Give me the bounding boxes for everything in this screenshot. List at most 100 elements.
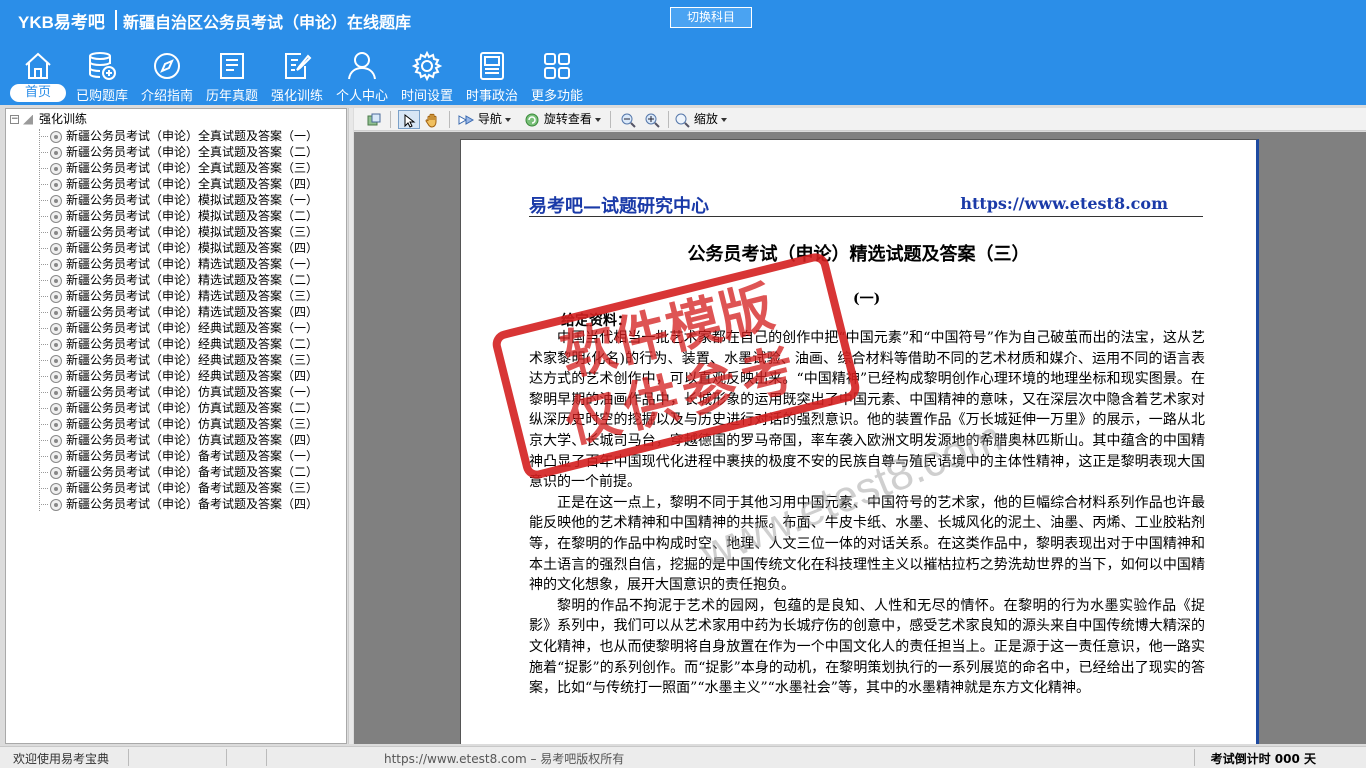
tree-item[interactable]: 新疆公务员考试（申论）精选试题及答案（二） — [39, 272, 318, 288]
hand-tool-button[interactable] — [424, 110, 440, 129]
chevron-down-icon — [720, 117, 727, 122]
gear-icon — [411, 50, 443, 82]
tree-connector-h — [39, 472, 48, 473]
nav-purchased-label: 已购题库 — [75, 89, 128, 104]
tree-item-label: 新疆公务员考试（申论）全真试题及答案（二） — [66, 145, 319, 159]
nav-more-functions[interactable]: 更多功能 — [525, 48, 589, 104]
tree-item[interactable]: 新疆公务员考试（申论）经典试题及答案（四） — [39, 368, 318, 384]
tree-item[interactable]: 新疆公务员考试（申论）全真试题及答案（四） — [39, 176, 318, 192]
tree-item-label: 新疆公务员考试（申论）精选试题及答案（一） — [66, 257, 319, 271]
tree-item[interactable]: 新疆公务员考试（申论）经典试题及答案（三） — [39, 352, 318, 368]
page-header-brand: 易考吧—试题研究中心 — [529, 196, 709, 217]
nav-affairs-label: 时事政治 — [465, 89, 518, 104]
tree-item-label: 新疆公务员考试（申论）备考试题及答案（一） — [66, 449, 319, 463]
tree-item[interactable]: 新疆公务员考试（申论）全真试题及答案（二） — [39, 144, 318, 160]
tree-item[interactable]: 新疆公务员考试（申论）备考试题及答案（三） — [39, 480, 318, 496]
tree-item-label: 新疆公务员考试（申论）精选试题及答案（四） — [66, 305, 319, 319]
nav-past-exams[interactable]: 历年真题 — [200, 48, 264, 104]
nav-purchased-banks[interactable]: 已购题库 — [70, 48, 134, 104]
zoom-in-button[interactable] — [644, 110, 660, 129]
tree-item[interactable]: 新疆公务员考试（申论）备考试题及答案（一） — [39, 448, 318, 464]
nav-current-affairs[interactable]: 时事政治 — [460, 48, 524, 104]
tree-item[interactable]: 新疆公务员考试（申论）仿真试题及答案（一） — [39, 384, 318, 400]
exam-paper-icon — [50, 370, 62, 383]
nav-past-exams-label: 历年真题 — [205, 89, 258, 104]
exam-paper-icon — [50, 386, 62, 399]
tree-item[interactable]: 新疆公务员考试（申论）精选试题及答案（三） — [39, 288, 318, 304]
tree-item[interactable]: 新疆公务员考试（申论）备考试题及答案（二） — [39, 464, 318, 480]
tree-connector-h — [39, 456, 48, 457]
compass-icon — [151, 50, 183, 82]
thumbnail-button[interactable] — [366, 110, 382, 129]
zoom-out-icon — [620, 112, 636, 128]
tree-item[interactable]: 新疆公务员考试（申论）经典试题及答案（一） — [39, 320, 318, 336]
nav-personal-center[interactable]: 个人中心 — [330, 48, 394, 104]
tree-connector-h — [39, 216, 48, 217]
tree-item-label: 新疆公务员考试（申论）经典试题及答案（三） — [66, 353, 319, 367]
zoom-menu[interactable]: 缩放 — [674, 110, 727, 129]
paragraph: 正是在这一点上，黎明不同于其他习用中国元素、中国符号的艺术家，他的巨幅综合材料系… — [529, 494, 1205, 594]
tree-item-label: 新疆公务员考试（申论）备考试题及答案（三） — [66, 481, 319, 495]
tree-item[interactable]: 新疆公务员考试（申论）全真试题及答案（三） — [39, 160, 318, 176]
nav-time-label: 时间设置 — [400, 89, 453, 104]
exam-countdown: 考试倒计时 000 天 — [1210, 752, 1316, 766]
tree-item[interactable]: 新疆公务员考试（申论）模拟试题及答案（一） — [39, 192, 318, 208]
paragraph: 黎明的作品不拘泥于艺术的园网，包蕴的是良知、人性和无尽的情怀。在黎明的行为水墨实… — [529, 597, 1205, 697]
tree-item[interactable]: 新疆公务员考试（申论）模拟试题及答案（三） — [39, 224, 318, 240]
collapse-icon[interactable]: − — [10, 115, 19, 124]
panel-splitter[interactable] — [348, 108, 353, 744]
nav-guide-label: 介绍指南 — [140, 89, 193, 104]
nav-intensive-training[interactable]: 强化训练 — [265, 48, 329, 104]
tree-connector-h — [39, 200, 48, 201]
tree-connector-h — [39, 344, 48, 345]
tree-item[interactable]: 新疆公务员考试（申论）仿真试题及答案（四） — [39, 432, 318, 448]
tree-item[interactable]: 新疆公务员考试（申论）模拟试题及答案（二） — [39, 208, 318, 224]
nav-time-settings[interactable]: 时间设置 — [395, 48, 459, 104]
tree-item[interactable]: 新疆公务员考试（申论）备考试题及答案（四） — [39, 496, 318, 512]
header-rule — [529, 216, 1203, 217]
tree-item-label: 新疆公务员考试（申论）仿真试题及答案（三） — [66, 417, 319, 431]
nav-personal-label: 个人中心 — [335, 89, 388, 104]
tree-item[interactable]: 新疆公务员考试（申论）仿真试题及答案（二） — [39, 400, 318, 416]
tree-item[interactable]: 新疆公务员考试（申论）全真试题及答案（一） — [39, 128, 318, 144]
exam-paper-icon — [50, 274, 62, 287]
document-list-icon — [216, 50, 248, 82]
tree-connector-h — [39, 296, 48, 297]
exam-paper-icon — [50, 162, 62, 175]
nav-guide[interactable]: 介绍指南 — [135, 48, 199, 104]
tree-item[interactable]: 新疆公务员考试（申论）经典试题及答案（二） — [39, 336, 318, 352]
tree-item[interactable]: 新疆公务员考试（申论）精选试题及答案（四） — [39, 304, 318, 320]
exam-paper-icon — [50, 466, 62, 479]
status-divider — [266, 749, 267, 766]
tree-item[interactable]: 新疆公务员考试（申论）模拟试题及答案（四） — [39, 240, 318, 256]
toolbar-divider — [390, 111, 391, 128]
app-header: YKB易考吧 新疆自治区公务员考试（申论）在线题库 切换科目 首页 已购题库 介… — [0, 0, 1366, 105]
navigate-menu[interactable]: 导航 — [458, 110, 511, 129]
tree-connector-h — [39, 408, 48, 409]
zoom-out-button[interactable] — [620, 110, 636, 129]
tree-item[interactable]: 新疆公务员考试（申论）精选试题及答案（一） — [39, 256, 318, 272]
thumbnails-icon — [366, 112, 382, 128]
tree-item-label: 新疆公务员考试（申论）模拟试题及答案（一） — [66, 193, 319, 207]
rotate-menu[interactable]: 旋转查看 — [524, 110, 601, 129]
section-number: (一) — [853, 291, 881, 307]
exam-paper-icon — [50, 242, 62, 255]
tree-item-label: 新疆公务员考试（申论）模拟试题及答案（二） — [66, 209, 319, 223]
tree-connector-h — [39, 184, 48, 185]
document-viewer[interactable]: 易考吧—试题研究中心 https://www.etest8.com 公务员考试（… — [354, 132, 1366, 744]
app-logo: YKB易考吧 — [18, 13, 105, 32]
tree-connector-h — [39, 248, 48, 249]
exam-paper-icon — [50, 498, 62, 511]
exam-paper-icon — [50, 306, 62, 319]
tree-connector-h — [39, 504, 48, 505]
select-tool-button[interactable] — [398, 110, 420, 129]
tree-root-label: 强化训练 — [39, 112, 88, 126]
paragraph: 中国当代相当一批艺术家都在自己的创作中把“中国元素”和“中国符号”作为自己破茧而… — [529, 330, 1205, 491]
tree-root-intensive[interactable]: − 强化训练 — [10, 112, 87, 127]
switch-subject-button[interactable]: 切换科目 — [670, 7, 752, 28]
exam-paper-icon — [50, 178, 62, 191]
tree-item[interactable]: 新疆公务员考试（申论）仿真试题及答案（三） — [39, 416, 318, 432]
nav-intensive-label: 强化训练 — [270, 89, 323, 104]
nav-home[interactable]: 首页 — [6, 48, 70, 104]
rotate-icon — [524, 112, 540, 128]
